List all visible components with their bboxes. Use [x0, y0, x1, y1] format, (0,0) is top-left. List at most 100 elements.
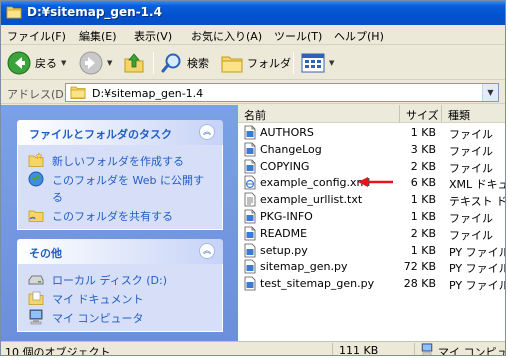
views-dropdown-icon[interactable]: ▼	[329, 59, 334, 67]
file-name: ChangeLog	[260, 142, 322, 156]
address-value: D:¥sitemap_gen-1.4	[92, 87, 204, 100]
file-icon	[244, 159, 256, 173]
menu-bar: ファイル(F) 編集(E) 表示(V) お気に入り(A) ツール(T) ヘルプ(…	[1, 25, 505, 45]
forward-button[interactable]: ▼	[79, 50, 112, 76]
search-icon	[161, 53, 181, 73]
toolbar-separator	[153, 52, 154, 74]
search-button[interactable]: 検索	[161, 50, 209, 76]
file-name: example_urllist.txt	[260, 193, 363, 207]
task-label: このフォルダを Web に公開す	[52, 174, 204, 187]
file-name: PKG-INFO	[260, 210, 313, 223]
text-file-icon	[244, 192, 256, 207]
views-grid-icon	[301, 53, 325, 73]
file-row[interactable]: example_urllist.txt 1 KB テキスト ド	[238, 192, 506, 209]
address-label: アドレス(D)	[7, 88, 69, 101]
file-size: 1 KB	[410, 243, 436, 257]
task-label: 新しいフォルダを作成する	[52, 155, 184, 168]
file-list: 名前 サイズ 種類 AUTHORS 1 KB ファイル ChangeLog 3 KB ファ…	[238, 105, 506, 341]
file-size: 2 KB	[410, 159, 436, 173]
back-button[interactable]: 戻る ▼	[7, 50, 66, 76]
file-row[interactable]: PKG-INFO 1 KB ファイル	[238, 209, 505, 225]
forward-arrow-icon	[79, 51, 103, 75]
menu-help[interactable]: ヘルプ(H)	[334, 28, 384, 44]
folders-icon	[221, 56, 243, 73]
file-row[interactable]: sitemap_gen.py 72 KB PY ファイル	[238, 259, 505, 275]
py-file-icon	[244, 276, 256, 291]
file-row[interactable]: ChangeLog 3 KB ファイル	[238, 142, 505, 158]
address-dropdown-icon[interactable]: ▼	[482, 84, 498, 101]
column-type-label: 種類	[448, 109, 470, 122]
file-row[interactable]: test_sitemap_gen.py 28 KB PY ファイル	[238, 276, 505, 292]
file-icon	[244, 142, 256, 157]
place-local-disk[interactable]: ローカル ディスク (D:)	[18, 270, 222, 289]
file-size: 28 KB	[403, 277, 436, 291]
task-label: このフォルダを共有する	[52, 210, 173, 223]
task-pane: ファイルとフォルダのタスク ︽ 新しいフォルダを作成する このフォルダを Web…	[1, 105, 238, 341]
file-size: 2 KB	[410, 226, 436, 240]
search-label: 検索	[187, 57, 209, 70]
menu-favorites[interactable]: お気に入り(A)	[191, 28, 262, 44]
file-name: test_sitemap_gen.py	[260, 277, 375, 291]
folders-button[interactable]: フォルダ	[221, 50, 291, 76]
up-folder-button[interactable]	[122, 50, 146, 76]
menu-file[interactable]: ファイル(F)	[7, 28, 66, 44]
column-header-type[interactable]: 種類	[442, 105, 505, 123]
file-row[interactable]: setup.py 1 KB PY ファイル	[238, 243, 505, 259]
place-label: マイ コンピュータ	[52, 312, 144, 325]
task-share-folder[interactable]: このフォルダを共有する	[18, 206, 222, 225]
file-size: 72 KB	[403, 260, 436, 274]
tasks-panel-header[interactable]: ファイルとフォルダのタスク ︽	[17, 120, 223, 145]
file-type: ファイル	[449, 212, 493, 225]
collapse-chevron-icon[interactable]: ︽	[199, 124, 215, 140]
file-name: README	[260, 226, 308, 240]
menu-edit[interactable]: 編集(E)	[79, 28, 117, 44]
back-label: 戻る	[35, 57, 57, 70]
other-panel-header[interactable]: その他 ︽	[17, 239, 223, 264]
status-size: 111 KB	[335, 343, 415, 356]
file-name: setup.py	[260, 243, 308, 257]
my-documents-icon	[28, 291, 44, 305]
place-my-computer[interactable]: マイ コンピュータ	[18, 308, 222, 327]
place-label: ローカル ディスク (D:)	[52, 274, 167, 287]
status-size-text: 111 KB	[339, 344, 379, 356]
back-dropdown-icon[interactable]: ▼	[61, 59, 66, 67]
folder-icon	[70, 86, 86, 99]
folder-icon	[6, 6, 22, 19]
tasks-panel-title: ファイルとフォルダのタスク	[29, 128, 172, 141]
file-row[interactable]: AUTHORS 1 KB ファイル	[238, 125, 505, 141]
task-publish-web[interactable]: このフォルダを Web に公開す	[18, 170, 222, 189]
py-file-icon	[244, 243, 256, 257]
other-places-panel: その他 ︽ ローカル ディスク (D:) マイ ドキュメント マイ コンピュータ	[17, 239, 223, 332]
status-bar: 10 個のオブジェクト 111 KB マイ コンピュ	[1, 341, 506, 356]
file-size: 1 KB	[410, 126, 436, 139]
status-location-text: マイ コンピュ	[438, 346, 506, 356]
menu-tools[interactable]: ツール(T)	[274, 28, 322, 44]
file-row[interactable]: README 2 KB ファイル	[238, 226, 505, 242]
web-publish-icon	[28, 171, 44, 187]
other-panel-body: ローカル ディスク (D:) マイ ドキュメント マイ コンピュータ	[17, 264, 223, 332]
column-size-label: サイズ	[406, 109, 439, 122]
column-header-size[interactable]: サイズ	[400, 105, 442, 123]
file-row[interactable]: COPYING 2 KB ファイル	[238, 159, 505, 175]
file-size: 1 KB	[410, 210, 436, 223]
share-folder-icon	[28, 210, 44, 222]
status-object-count: 10 個のオブジェクト	[1, 343, 333, 355]
column-header-name[interactable]: 名前	[238, 105, 400, 123]
back-arrow-icon	[7, 51, 31, 75]
address-input[interactable]: D:¥sitemap_gen-1.4 ▼	[65, 83, 499, 102]
xml-file-icon	[244, 175, 256, 190]
file-type: ファイル	[449, 144, 493, 158]
task-new-folder[interactable]: 新しいフォルダを作成する	[18, 151, 222, 170]
folders-label: フォルダ	[247, 57, 291, 70]
place-my-documents[interactable]: マイ ドキュメント	[18, 289, 222, 308]
file-type: ファイル	[449, 228, 493, 242]
file-type: テキスト ド	[449, 195, 506, 209]
views-button[interactable]: ▼	[301, 50, 334, 76]
file-icon	[244, 226, 256, 241]
file-size: 3 KB	[410, 142, 436, 156]
menu-view[interactable]: 表示(V)	[134, 28, 172, 44]
forward-dropdown-icon[interactable]: ▼	[107, 59, 112, 67]
task-publish-web-wrap[interactable]: る	[18, 189, 222, 206]
collapse-chevron-icon[interactable]: ︽	[199, 243, 215, 259]
title-bar[interactable]: D:¥sitemap_gen-1.4	[1, 1, 505, 25]
